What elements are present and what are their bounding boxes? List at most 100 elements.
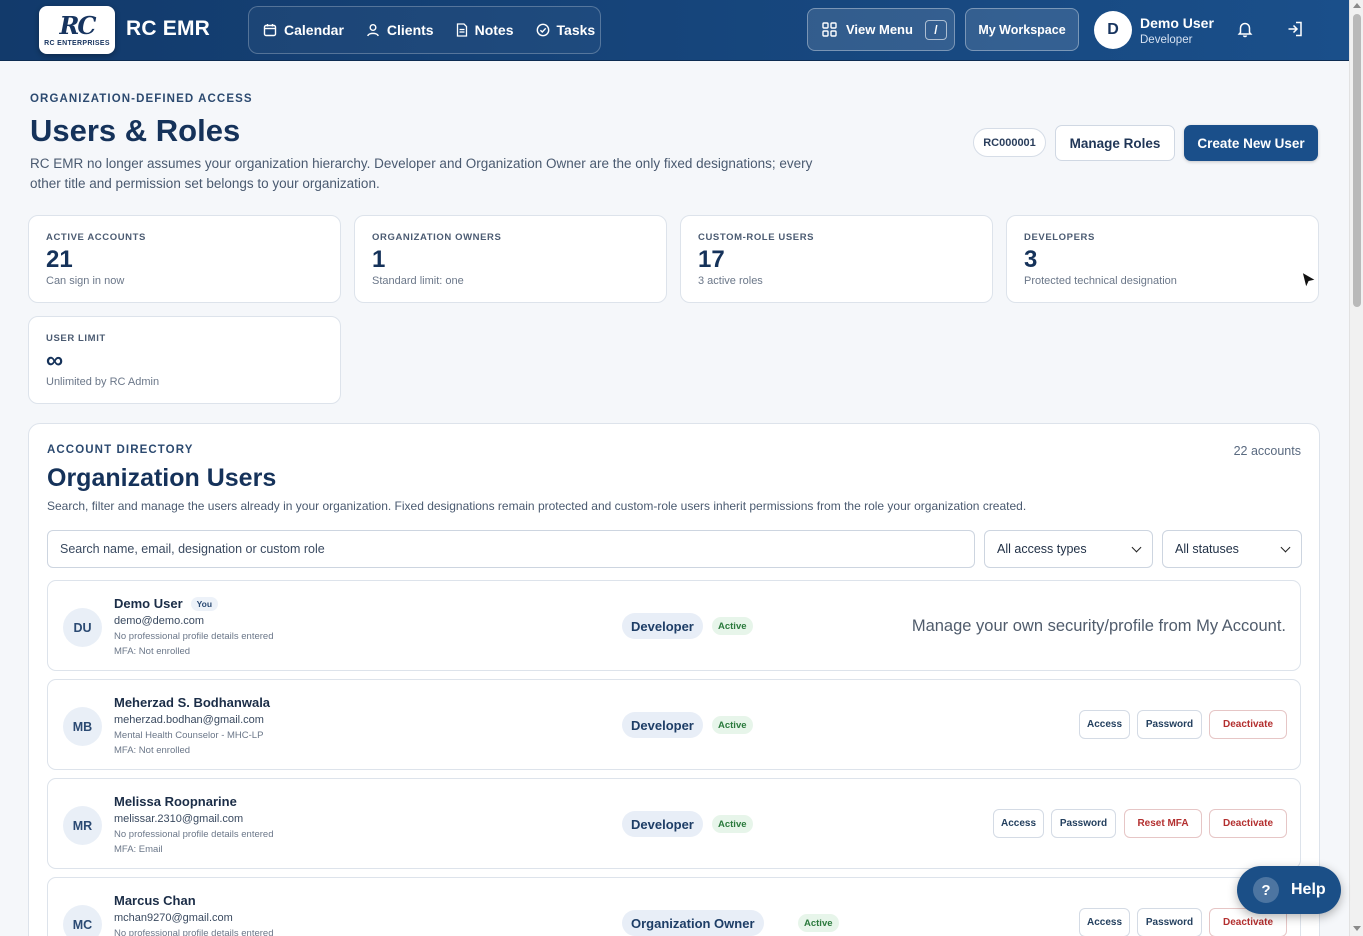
- help-label: Help: [1291, 881, 1326, 898]
- my-workspace-button[interactable]: My Workspace: [965, 8, 1079, 51]
- create-new-user-button[interactable]: Create New User: [1184, 125, 1318, 161]
- person-icon: [367, 24, 379, 37]
- check-circle-icon: [536, 23, 549, 37]
- password-button[interactable]: Password: [1137, 908, 1202, 936]
- access-button[interactable]: Access: [1079, 710, 1130, 739]
- directory-description: Search, filter and manage the users alre…: [47, 499, 1027, 513]
- user-profile-details: Mental Health Counselor - MHC-LP: [114, 730, 264, 741]
- main-nav: Calendar Clients Notes Tasks: [248, 6, 601, 54]
- user-avatar: MC: [63, 905, 102, 936]
- stat-value: 17: [698, 246, 725, 273]
- stat-label: DEVELOPERS: [1024, 232, 1095, 243]
- nav-tasks[interactable]: Tasks: [536, 22, 596, 38]
- account-count: 22 accounts: [1233, 444, 1301, 458]
- user-mfa-status: MFA: Email: [114, 844, 163, 855]
- bell-icon[interactable]: [1236, 20, 1254, 38]
- status-select[interactable]: All statuses: [1162, 530, 1302, 568]
- access-type-select[interactable]: All access types: [984, 530, 1153, 568]
- stat-subtext: 3 active roles: [698, 275, 763, 287]
- manage-roles-button[interactable]: Manage Roles: [1055, 125, 1175, 161]
- stat-card-user-limit: USER LIMIT ∞ Unlimited by RC Admin: [28, 316, 341, 404]
- access-type-value: All access types: [997, 542, 1087, 556]
- grid-icon: [822, 22, 837, 37]
- current-user-role: Developer: [1140, 34, 1193, 46]
- stat-label: CUSTOM-ROLE USERS: [698, 232, 815, 243]
- stat-card-active-accounts: ACTIVE ACCOUNTS 21 Can sign in now: [28, 215, 341, 303]
- deactivate-button[interactable]: Deactivate: [1209, 809, 1287, 838]
- user-name-text: Demo User: [114, 596, 183, 611]
- status-badge: Active: [798, 914, 839, 932]
- you-badge: You: [190, 596, 219, 611]
- user-name: Melissa Roopnarine: [114, 794, 237, 809]
- view-menu-button[interactable]: View Menu /: [807, 8, 955, 51]
- status-badge: Active: [712, 815, 753, 833]
- user-profile-details: No professional profile details entered: [114, 631, 274, 642]
- stat-subtext: Standard limit: one: [372, 275, 464, 287]
- user-email: meherzad.bodhan@gmail.com: [114, 714, 264, 726]
- stat-label: USER LIMIT: [46, 333, 106, 344]
- password-button[interactable]: Password: [1137, 710, 1202, 739]
- user-name: Demo User You: [114, 596, 219, 611]
- nav-clients[interactable]: Clients: [366, 22, 434, 38]
- nav-calendar-label: Calendar: [284, 22, 344, 38]
- logo-mark: RC: [59, 10, 96, 40]
- logout-icon[interactable]: [1286, 20, 1304, 38]
- page-description: RC EMR no longer assumes your organizati…: [30, 156, 813, 191]
- nav-clients-label: Clients: [386, 22, 434, 38]
- scroll-up-arrow-icon[interactable]: [1353, 3, 1361, 8]
- access-button[interactable]: Access: [993, 809, 1044, 838]
- chevron-down-icon: [1280, 542, 1291, 552]
- help-button[interactable]: ? Help: [1237, 866, 1341, 914]
- user-avatar: MR: [63, 806, 102, 845]
- nav-notes-label: Notes: [474, 22, 514, 38]
- status-badge: Active: [712, 716, 753, 734]
- deactivate-button[interactable]: Deactivate: [1209, 710, 1287, 739]
- stat-value: 21: [46, 246, 73, 273]
- stat-card-custom-role-users: CUSTOM-ROLE USERS 17 3 active roles: [680, 215, 993, 303]
- avatar[interactable]: D: [1094, 11, 1132, 49]
- search-input[interactable]: [47, 530, 975, 568]
- user-profile-details: No professional profile details entered: [114, 829, 274, 840]
- user-email: demo@demo.com: [114, 615, 205, 627]
- user-name: Meherzad S. Bodhanwala: [114, 695, 271, 710]
- organization-code-badge: RC000001: [973, 128, 1046, 157]
- app-logo[interactable]: RC RC ENTERPRISES: [39, 6, 115, 54]
- stat-subtext: Unlimited by RC Admin: [46, 376, 160, 388]
- current-user-name: Demo User: [1140, 15, 1214, 31]
- access-button[interactable]: Access: [1079, 908, 1130, 936]
- role-badge: Developer: [622, 613, 703, 639]
- user-email: melissar.2310@gmail.com: [114, 813, 244, 825]
- stat-value: 1: [372, 246, 386, 273]
- role-badge: Developer: [622, 811, 703, 837]
- user-profile-details: No professional profile details entered: [114, 928, 274, 936]
- scroll-down-arrow-icon[interactable]: [1353, 926, 1361, 931]
- shortcut-key: /: [924, 19, 947, 40]
- user-name: Marcus Chan: [114, 893, 196, 908]
- app-name: RC EMR: [126, 17, 211, 40]
- document-icon: [456, 23, 467, 37]
- user-row: MR Melissa Roopnarine melissar.2310@gmai…: [47, 778, 1301, 869]
- scroll-thumb[interactable]: [1353, 14, 1361, 307]
- view-menu-label: View Menu: [846, 22, 913, 37]
- directory-eyebrow: ACCOUNT DIRECTORY: [47, 444, 194, 456]
- calendar-icon: [263, 24, 277, 37]
- user-avatar: MB: [63, 707, 102, 746]
- stat-subtext: Can sign in now: [46, 275, 125, 287]
- role-badge: Developer: [622, 712, 703, 738]
- nav-notes[interactable]: Notes: [456, 22, 514, 38]
- nav-calendar[interactable]: Calendar: [263, 22, 344, 38]
- user-row: DU Demo User You demo@demo.com No profes…: [47, 580, 1301, 671]
- password-button[interactable]: Password: [1051, 809, 1116, 838]
- user-row: MC Marcus Chan mchan9270@gmail.com No pr…: [47, 877, 1301, 936]
- user-avatar: DU: [63, 608, 102, 647]
- user-row: MB Meherzad S. Bodhanwala meherzad.bodha…: [47, 679, 1301, 770]
- stat-card-organization-owners: ORGANIZATION OWNERS 1 Standard limit: on…: [354, 215, 667, 303]
- status-value: All statuses: [1175, 542, 1239, 556]
- user-email: mchan9270@gmail.com: [114, 912, 233, 924]
- chevron-down-icon: [1131, 542, 1142, 552]
- directory-title: Organization Users: [47, 464, 277, 492]
- page-scrollbar[interactable]: [1349, 0, 1363, 936]
- reset-mfa-button[interactable]: Reset MFA: [1124, 809, 1202, 838]
- stat-label: ORGANIZATION OWNERS: [372, 232, 502, 243]
- nav-tasks-label: Tasks: [556, 22, 596, 38]
